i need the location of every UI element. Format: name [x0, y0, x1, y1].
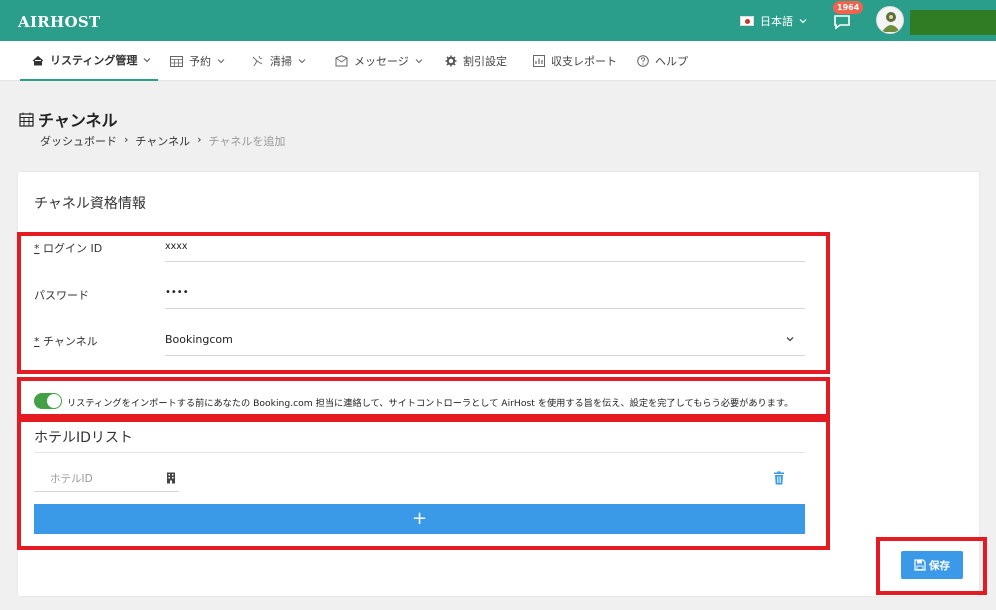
- main-nav: リスティング管理 予約 清掃 メッセージ 割引設定 収支レポート ヘルプ: [0, 41, 996, 81]
- breadcrumb-dashboard[interactable]: ダッシュボード: [40, 133, 117, 149]
- nav-item-revenue-report[interactable]: 収支レポート: [533, 41, 617, 81]
- page-title-text: チャンネル: [38, 111, 118, 130]
- save-icon: [914, 559, 926, 571]
- chat-icon[interactable]: [832, 12, 852, 32]
- user-avatar-icon: [882, 12, 900, 32]
- report-icon: [533, 55, 545, 67]
- breadcrumb-channel[interactable]: チャンネル: [135, 133, 190, 149]
- nav-item-label: 割引設定: [463, 55, 507, 68]
- avatar[interactable]: [876, 6, 904, 34]
- login-id-input[interactable]: xxxx: [165, 241, 188, 252]
- notice-toggle[interactable]: [34, 393, 62, 409]
- nav-item-label: ヘルプ: [655, 55, 688, 68]
- login-id-label-text: ログイン ID: [43, 242, 103, 255]
- notification-badge: 1964: [833, 1, 864, 14]
- channel-label-text: チャンネル: [43, 335, 98, 348]
- chevron-down-icon: [298, 59, 306, 64]
- section-title-credentials: チャネル資格情報: [34, 196, 146, 212]
- user-name-redacted[interactable]: [910, 10, 996, 35]
- nav-item-discount-settings[interactable]: 割引設定: [445, 41, 507, 81]
- calendar-icon: [19, 112, 34, 127]
- password-underline: [165, 308, 805, 309]
- language-label: 日本語: [760, 15, 793, 28]
- add-hotel-id-button[interactable]: +: [34, 504, 805, 534]
- channel-underline: [165, 355, 805, 356]
- nav-item-label: リスティング管理: [50, 54, 138, 67]
- section-title-hotel-ids: ホテルIDリスト: [34, 430, 133, 446]
- chevron-down-icon: [415, 59, 423, 64]
- breadcrumb: ダッシュボード › チャンネル › チャネルを追加: [40, 133, 285, 149]
- channel-select[interactable]: Bookingcom: [165, 333, 233, 346]
- gear-icon: [445, 55, 457, 67]
- highlight-credentials-box: [17, 232, 830, 374]
- divider: [34, 452, 805, 453]
- nav-item-label: メッセージ: [354, 55, 409, 68]
- japan-flag-icon: [740, 16, 754, 26]
- hotel-id-input[interactable]: ホテルID: [50, 471, 93, 486]
- chevron-down-icon[interactable]: [784, 333, 796, 345]
- nav-item-cleaning[interactable]: 清掃: [251, 41, 306, 81]
- home-icon: [32, 55, 44, 65]
- nav-item-listings[interactable]: リスティング管理: [20, 41, 158, 81]
- trash-icon[interactable]: [773, 471, 785, 485]
- login-id-label: * ログイン ID: [34, 240, 102, 256]
- nav-item-label: 予約: [189, 55, 211, 68]
- chevron-down-icon: [143, 58, 151, 63]
- breadcrumb-current: チャネルを追加: [208, 135, 286, 148]
- password-label: パスワード: [34, 289, 89, 302]
- breadcrumb-separator: ›: [197, 133, 202, 146]
- airhost-logo[interactable]: AIRHOST: [18, 13, 100, 31]
- nav-item-reservations[interactable]: 予約: [170, 41, 225, 81]
- breadcrumb-separator: ›: [124, 133, 129, 146]
- nav-item-help[interactable]: ヘルプ: [637, 41, 688, 81]
- login-id-underline: [165, 261, 805, 262]
- channel-label: * チャンネル: [34, 333, 98, 349]
- nav-item-messages[interactable]: メッセージ: [335, 41, 423, 81]
- cleaning-icon: [252, 55, 263, 67]
- password-input[interactable]: ••••: [165, 287, 189, 298]
- save-button-label: 保存: [929, 559, 950, 572]
- nav-item-label: 収支レポート: [551, 55, 617, 68]
- hotel-id-underline: [34, 491, 179, 492]
- required-mark: *: [34, 335, 40, 348]
- top-bar: AIRHOST 日本語 1964: [0, 0, 996, 41]
- calendar-icon: [170, 56, 183, 67]
- language-selector[interactable]: 日本語: [740, 13, 807, 29]
- chevron-down-icon: [217, 59, 225, 64]
- chevron-down-icon: [799, 19, 807, 24]
- message-icon: [335, 55, 348, 67]
- building-icon: [167, 472, 175, 484]
- nav-item-label: 清掃: [270, 55, 292, 68]
- notice-text: リスティングをインポートする前にあなたの Booking.com 担当に連絡して…: [67, 398, 794, 409]
- help-icon: [637, 55, 649, 67]
- required-mark: *: [34, 242, 40, 255]
- save-button[interactable]: 保存: [901, 551, 963, 579]
- page-title: チャンネル: [19, 107, 118, 131]
